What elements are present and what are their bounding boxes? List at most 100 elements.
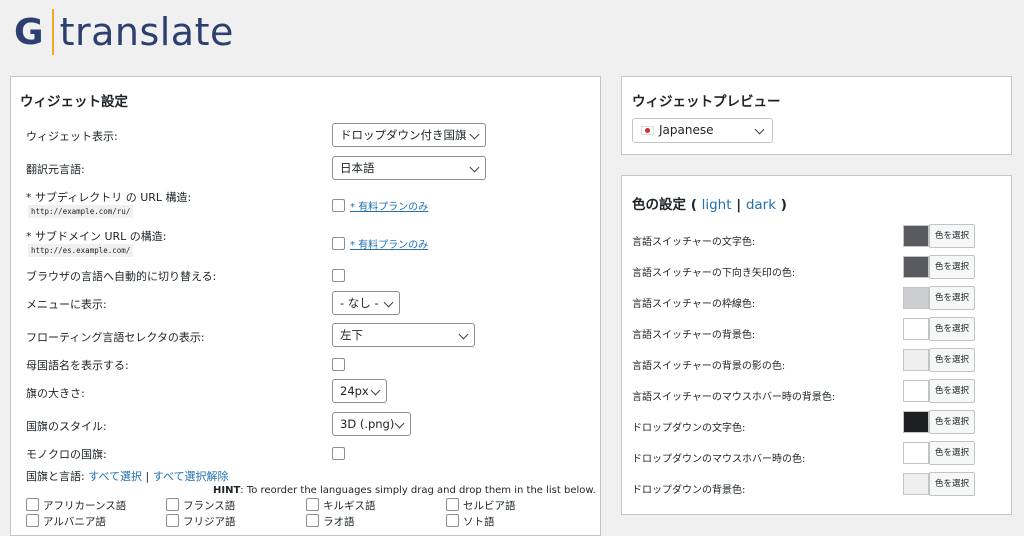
widget-preview-panel bbox=[621, 76, 1012, 155]
select-color-button[interactable]: 色を選択 bbox=[929, 286, 975, 310]
preview-language-value: Japanese bbox=[659, 123, 714, 137]
floating-selector-value: 左下 bbox=[340, 328, 363, 342]
auto-switch-label: ブラウザの言語へ自動的に切り替える: bbox=[26, 270, 217, 283]
widget-display-value: ドロップダウン付き国旗 bbox=[340, 128, 467, 142]
language-item[interactable]: アフリカーンス語 bbox=[26, 498, 126, 513]
chevron-down-icon bbox=[370, 385, 381, 396]
subdomain-paid-link[interactable]: * 有料プランのみ bbox=[350, 236, 428, 251]
chevron-down-icon bbox=[394, 418, 405, 429]
language-item[interactable]: フリジア語 bbox=[166, 514, 236, 529]
logo-divider bbox=[51, 9, 54, 55]
subdirectory-url-checkbox[interactable] bbox=[332, 199, 345, 212]
source-language-label: 翻訳元言語: bbox=[26, 163, 85, 176]
language-checkbox[interactable] bbox=[306, 514, 319, 527]
chevron-down-icon bbox=[469, 162, 480, 173]
auto-switch-checkbox[interactable] bbox=[332, 269, 345, 282]
subdomain-url-example: http://es.example.com/ bbox=[28, 244, 134, 257]
deselect-all-link[interactable]: すべて選択解除 bbox=[153, 470, 229, 483]
flag-size-label: 旗の大きさ: bbox=[26, 387, 85, 400]
widget-settings-title: ウィジェット設定 bbox=[20, 94, 128, 110]
color-row-label: ドロップダウンのマウスホバー時の色: bbox=[632, 454, 806, 465]
language-checkbox[interactable] bbox=[446, 514, 459, 527]
language-checkbox[interactable] bbox=[306, 498, 319, 511]
color-row-label: 言語スイッチャーの背景色: bbox=[632, 330, 756, 341]
floating-selector-label: フローティング言語セレクタの表示: bbox=[26, 331, 205, 344]
select-all-link[interactable]: すべて選択 bbox=[88, 470, 142, 483]
language-checkbox[interactable] bbox=[166, 498, 179, 511]
floating-selector-select[interactable]: 左下 bbox=[332, 323, 475, 347]
flag-style-value: 3D (.png) bbox=[340, 417, 395, 431]
color-row-label: 言語スイッチャーの文字色: bbox=[632, 237, 756, 248]
flags-languages-line: 国旗と言語: すべて選択 | すべて選択解除 bbox=[26, 468, 229, 484]
language-item[interactable]: ソト語 bbox=[446, 514, 495, 529]
color-swatch[interactable] bbox=[903, 349, 929, 371]
subdirectory-paid-link[interactable]: * 有料プランのみ bbox=[350, 198, 428, 213]
show-in-menu-value: - なし - bbox=[340, 296, 379, 310]
native-names-label: 母国語名を表示する: bbox=[26, 359, 129, 372]
logo-g: G bbox=[14, 11, 44, 53]
monochrome-flags-checkbox[interactable] bbox=[332, 447, 345, 460]
color-swatch[interactable] bbox=[903, 473, 929, 495]
select-color-button[interactable]: 色を選択 bbox=[929, 410, 975, 434]
show-in-menu-label: メニューに表示: bbox=[26, 298, 107, 311]
color-row-label: 言語スイッチャーのマウスホバー時の背景色: bbox=[632, 392, 836, 403]
language-checkbox[interactable] bbox=[166, 514, 179, 527]
select-color-button[interactable]: 色を選択 bbox=[929, 441, 975, 465]
hint-bold: HINT bbox=[213, 485, 241, 496]
subdirectory-url-label: * サブディレクトリ の URL 構造: bbox=[26, 191, 192, 204]
language-checkbox[interactable] bbox=[446, 498, 459, 511]
select-color-button[interactable]: 色を選択 bbox=[929, 255, 975, 279]
select-color-button[interactable]: 色を選択 bbox=[929, 472, 975, 496]
flag-size-value: 24px bbox=[340, 384, 369, 398]
japan-flag-icon bbox=[641, 126, 654, 135]
color-swatch[interactable] bbox=[903, 256, 929, 278]
color-swatch[interactable] bbox=[903, 380, 929, 402]
monochrome-flags-label: モノクロの国旗: bbox=[26, 448, 107, 461]
flags-languages-label: 国旗と言語: bbox=[26, 470, 85, 483]
language-checkbox[interactable] bbox=[26, 498, 39, 511]
source-language-select[interactable]: 日本語 bbox=[332, 156, 486, 180]
subdomain-url-label: * サブドメイン URL の構造: bbox=[26, 230, 167, 243]
dark-theme-link[interactable]: dark bbox=[746, 197, 776, 213]
color-swatch[interactable] bbox=[903, 442, 929, 464]
select-color-button[interactable]: 色を選択 bbox=[929, 224, 975, 248]
separator: | bbox=[145, 470, 150, 483]
widget-preview-title: ウィジェットプレビュー bbox=[632, 94, 781, 110]
flag-style-select[interactable]: 3D (.png) bbox=[332, 412, 411, 436]
chevron-down-icon bbox=[383, 297, 394, 308]
color-swatch[interactable] bbox=[903, 287, 929, 309]
select-color-button[interactable]: 色を選択 bbox=[929, 348, 975, 372]
source-language-value: 日本語 bbox=[340, 161, 375, 175]
chevron-down-icon bbox=[754, 124, 765, 135]
flag-size-select[interactable]: 24px bbox=[332, 379, 387, 403]
language-item[interactable]: ラオ語 bbox=[306, 514, 355, 529]
widget-display-select[interactable]: ドロップダウン付き国旗 bbox=[332, 123, 486, 147]
reorder-hint: HINT: To reorder the languages simply dr… bbox=[213, 485, 596, 496]
color-row-label: 言語スイッチャーの下向き矢印の色: bbox=[632, 268, 796, 279]
show-in-menu-select[interactable]: - なし - bbox=[332, 291, 400, 315]
color-row-label: 言語スイッチャーの背景の影の色: bbox=[632, 361, 786, 372]
color-swatch[interactable] bbox=[903, 225, 929, 247]
widget-display-label: ウィジェット表示: bbox=[26, 130, 118, 143]
native-names-checkbox[interactable] bbox=[332, 358, 345, 371]
language-item[interactable]: アルバニア語 bbox=[26, 514, 106, 529]
language-checkbox[interactable] bbox=[26, 514, 39, 527]
language-item[interactable]: キルギス語 bbox=[306, 498, 376, 513]
light-theme-link[interactable]: light bbox=[702, 197, 732, 213]
color-row-label: ドロップダウンの背景色: bbox=[632, 485, 746, 496]
subdirectory-url-example: http://example.com/ru/ bbox=[28, 205, 134, 218]
select-color-button[interactable]: 色を選択 bbox=[929, 317, 975, 341]
color-swatch[interactable] bbox=[903, 318, 929, 340]
preview-language-select[interactable]: Japanese bbox=[632, 118, 773, 143]
language-item[interactable]: フランス語 bbox=[166, 498, 235, 513]
color-row-label: 言語スイッチャーの枠線色: bbox=[632, 299, 756, 310]
color-settings-title: 色の設定 ( light | dark ) bbox=[632, 197, 787, 213]
language-item[interactable]: セルビア語 bbox=[446, 498, 516, 513]
chevron-down-icon bbox=[469, 129, 480, 140]
color-swatch[interactable] bbox=[903, 411, 929, 433]
gtranslate-logo: G translate bbox=[14, 4, 234, 60]
select-color-button[interactable]: 色を選択 bbox=[929, 379, 975, 403]
color-row-label: ドロップダウンの文字色: bbox=[632, 423, 746, 434]
logo-text: translate bbox=[59, 10, 234, 54]
subdomain-url-checkbox[interactable] bbox=[332, 237, 345, 250]
